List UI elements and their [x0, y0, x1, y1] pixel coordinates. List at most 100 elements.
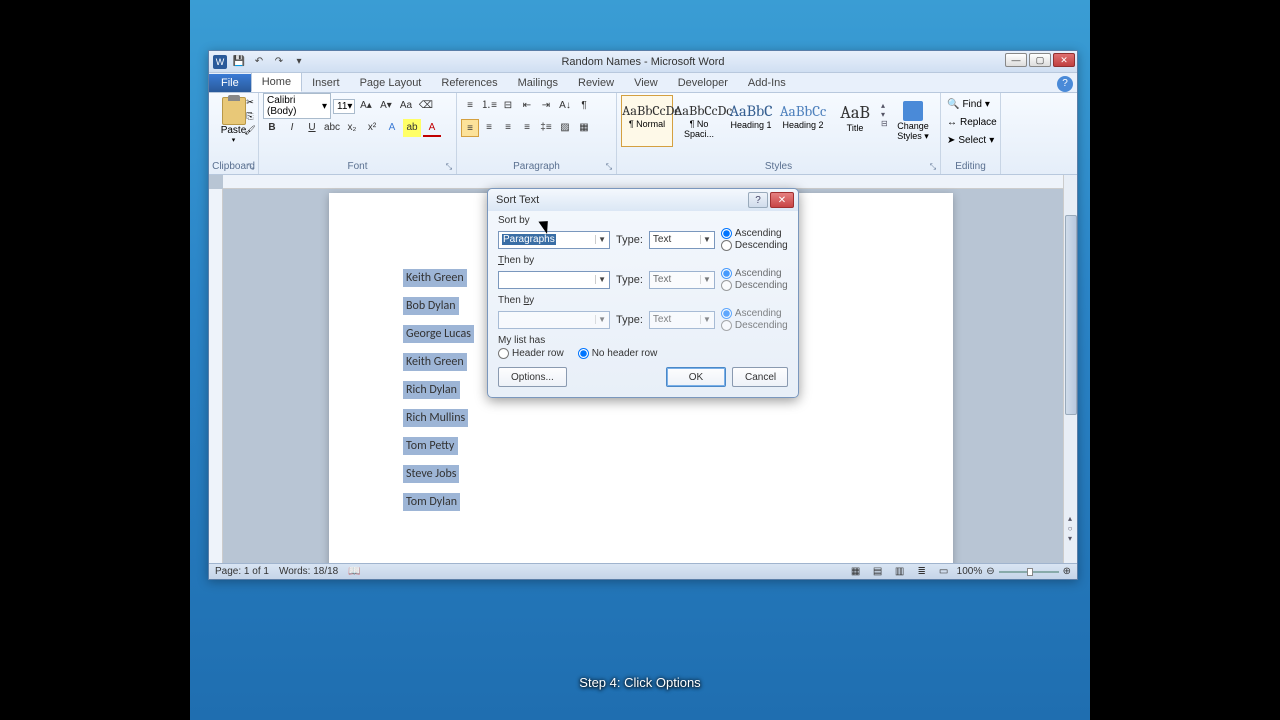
type3-combo[interactable]: Text▼	[649, 311, 715, 329]
font-color-icon[interactable]: A	[423, 119, 441, 137]
browse-object-icon[interactable]: ○	[1064, 524, 1076, 533]
shrink-font-icon[interactable]: A▾	[377, 97, 395, 115]
align-left-icon[interactable]: ≡	[461, 119, 479, 137]
developer-tab[interactable]: Developer	[668, 74, 738, 92]
inc-indent-icon[interactable]: ⇥	[537, 97, 555, 115]
zoom-level[interactable]: 100%	[957, 566, 983, 577]
outline-icon[interactable]: ≣	[913, 563, 931, 581]
view-tab[interactable]: View	[624, 74, 668, 92]
vertical-scrollbar[interactable]: ▴○▾	[1063, 175, 1077, 563]
style-normal[interactable]: AaBbCcDc¶ Normal	[621, 95, 673, 147]
selected-text[interactable]: Keith Green Bob Dylan George Lucas Keith…	[403, 269, 474, 521]
references-tab[interactable]: References	[431, 74, 507, 92]
clear-format-icon[interactable]: ⌫	[417, 97, 435, 115]
type1-combo[interactable]: Text▼	[649, 231, 715, 249]
style-heading1[interactable]: AaBbCHeading 1	[725, 95, 777, 147]
thenby1-combo[interactable]: ▼	[498, 271, 610, 289]
scroll-thumb[interactable]	[1065, 215, 1077, 415]
sortby-combo[interactable]: Paragraphs▼	[498, 231, 610, 249]
format-painter-icon[interactable]: 🖌	[244, 125, 256, 137]
grow-font-icon[interactable]: A▴	[357, 97, 375, 115]
underline-button[interactable]: U	[303, 119, 321, 137]
asc1-radio[interactable]: Ascending	[721, 228, 788, 239]
multilevel-icon[interactable]: ⊟	[499, 97, 517, 115]
close-button[interactable]: ✕	[1053, 53, 1075, 67]
home-tab[interactable]: Home	[251, 72, 302, 92]
addins-tab[interactable]: Add-Ins	[738, 74, 796, 92]
no-header-row-radio[interactable]: No header row	[578, 348, 658, 359]
print-layout-icon[interactable]: ▦	[847, 563, 865, 581]
styles-more-icon[interactable]: ⊟	[881, 119, 893, 128]
asc3-radio[interactable]: Ascending	[721, 308, 788, 319]
change-case-icon[interactable]: Aa	[397, 97, 415, 115]
borders-icon[interactable]: ▦	[575, 119, 593, 137]
type2-combo[interactable]: Text▼	[649, 271, 715, 289]
styles-dialog-icon[interactable]: ⤡	[928, 162, 938, 172]
cancel-button[interactable]: Cancel	[732, 367, 788, 387]
style-title[interactable]: AaBTitle	[829, 95, 881, 147]
clipboard-dialog-icon[interactable]: ⤡	[246, 162, 256, 172]
styles-down-icon[interactable]: ▾	[881, 110, 893, 119]
strike-button[interactable]: abc	[323, 119, 341, 137]
align-right-icon[interactable]: ≡	[499, 119, 517, 137]
thenby2-combo[interactable]: ▼	[498, 311, 610, 329]
zoom-in-button[interactable]: ⊕	[1063, 566, 1071, 577]
font-size-combo[interactable]: 11▾	[333, 99, 355, 114]
maximize-button[interactable]: ▢	[1029, 53, 1051, 67]
numbering-icon[interactable]: ⒈≡	[480, 97, 498, 115]
justify-icon[interactable]: ≡	[518, 119, 536, 137]
options-button[interactable]: Options...	[498, 367, 567, 387]
find-button[interactable]: 🔍Find ▾	[945, 95, 996, 113]
spell-icon[interactable]: 📖	[348, 566, 360, 577]
mailings-tab[interactable]: Mailings	[508, 74, 568, 92]
copy-icon[interactable]: ⎘	[244, 111, 256, 123]
desc2-radio[interactable]: Descending	[721, 280, 788, 291]
help-icon[interactable]: ?	[1057, 76, 1073, 92]
styles-up-icon[interactable]: ▴	[881, 101, 893, 110]
dec-indent-icon[interactable]: ⇤	[518, 97, 536, 115]
cut-icon[interactable]: ✂	[244, 97, 256, 109]
page-status[interactable]: Page: 1 of 1	[215, 566, 269, 577]
minimize-button[interactable]: —	[1005, 53, 1027, 67]
superscript-button[interactable]: x²	[363, 119, 381, 137]
insert-tab[interactable]: Insert	[302, 74, 350, 92]
sort-icon[interactable]: A↓	[556, 97, 574, 115]
font-name-combo[interactable]: Calibri (Body)▾	[263, 93, 331, 119]
pagelayout-tab[interactable]: Page Layout	[350, 74, 432, 92]
line-spacing-icon[interactable]: ‡≡	[537, 119, 555, 137]
desc1-radio[interactable]: Descending	[721, 240, 788, 251]
align-center-icon[interactable]: ≡	[480, 119, 498, 137]
style-nospacing[interactable]: AaBbCcDc¶ No Spaci...	[673, 95, 725, 147]
show-hide-icon[interactable]: ¶	[575, 97, 593, 115]
dialog-close-button[interactable]: ✕	[770, 192, 794, 208]
review-tab[interactable]: Review	[568, 74, 624, 92]
ok-button[interactable]: OK	[666, 367, 726, 387]
next-page-icon[interactable]: ▾	[1064, 534, 1076, 543]
zoom-slider[interactable]	[999, 571, 1059, 573]
highlight-icon[interactable]: ab	[403, 119, 421, 137]
full-screen-icon[interactable]: ▤	[869, 563, 887, 581]
change-styles-button[interactable]: Change Styles ▾	[893, 95, 933, 153]
asc2-radio[interactable]: Ascending	[721, 268, 788, 279]
style-heading2[interactable]: AaBbCcHeading 2	[777, 95, 829, 147]
font-dialog-icon[interactable]: ⤡	[444, 162, 454, 172]
vertical-ruler[interactable]	[209, 189, 223, 563]
web-layout-icon[interactable]: ▥	[891, 563, 909, 581]
replace-button[interactable]: ↔Replace	[945, 113, 996, 131]
horizontal-ruler[interactable]	[223, 175, 1063, 189]
header-row-radio[interactable]: Header row	[498, 348, 564, 359]
file-tab[interactable]: File	[209, 74, 251, 92]
bullets-icon[interactable]: ≡	[461, 97, 479, 115]
draft-icon[interactable]: ▭	[935, 563, 953, 581]
select-button[interactable]: ➤Select ▾	[945, 131, 996, 149]
prev-page-icon[interactable]: ▴	[1064, 514, 1076, 523]
zoom-out-button[interactable]: ⊖	[986, 566, 994, 577]
bold-button[interactable]: B	[263, 119, 281, 137]
italic-button[interactable]: I	[283, 119, 301, 137]
shading-icon[interactable]: ▨	[556, 119, 574, 137]
text-effects-icon[interactable]: A	[383, 119, 401, 137]
subscript-button[interactable]: x₂	[343, 119, 361, 137]
dialog-help-button[interactable]: ?	[748, 192, 768, 208]
paragraph-dialog-icon[interactable]: ⤡	[604, 162, 614, 172]
words-status[interactable]: Words: 18/18	[279, 566, 338, 577]
